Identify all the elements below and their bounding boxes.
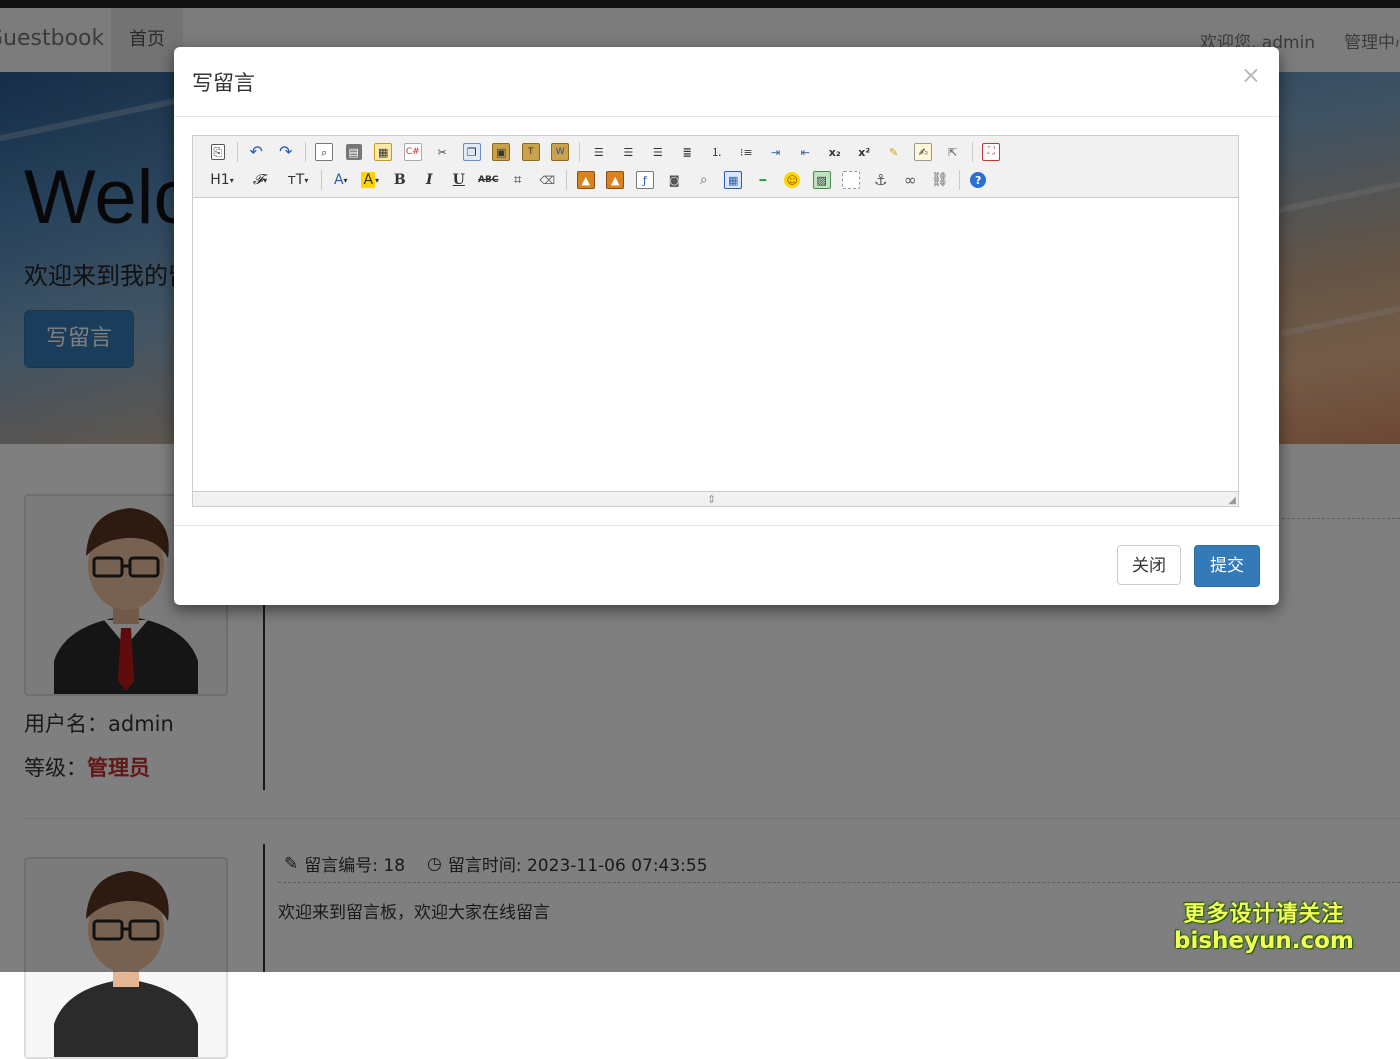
resize-handle-icon[interactable]: ⇕ [707,493,716,506]
fullscreen-icon[interactable]: ⛶ [977,140,1007,164]
map-icon[interactable]: ▨ [807,168,837,192]
heading-icon[interactable]: H1 ▾ [203,168,241,192]
cut-icon[interactable]: ✂ [428,140,458,164]
font-size-label: тT [287,172,305,188]
multi-image-icon[interactable]: ▲ [601,168,631,192]
bold-label: B [393,172,406,188]
link-icon[interactable]: ∞ [896,168,926,192]
table-icon[interactable]: ▦ [719,168,749,192]
undo-icon[interactable]: ↶ [242,140,272,164]
line-height-icon[interactable]: ⌗ [503,168,533,192]
italic-label: I [425,172,433,188]
superscript-icon[interactable]: x² [850,140,880,164]
preview-icon[interactable]: ⌕ [310,140,340,164]
select-all-icon[interactable]: ✍ [909,140,939,164]
redo-icon[interactable]: ↷ [271,140,301,164]
modal-header: 写留言 × [174,47,1279,117]
font-family-label: 𝓕 [252,172,264,188]
align-center-icon[interactable]: ☰ [614,140,644,164]
horizontal-rule-icon[interactable]: ━ [748,168,778,192]
highlight-label: A [361,172,376,188]
anchor-icon[interactable]: ⚓ [866,168,896,192]
watermark: 更多设计请关注 bisheyun.com [1174,896,1354,954]
modal-title: 写留言 [192,71,255,95]
strikethrough-icon[interactable]: ABC [474,168,504,192]
modal-footer: 关闭 提交 [174,525,1279,606]
template-icon[interactable]: ▦ [369,140,399,164]
toolbar-separator [971,142,973,162]
print-icon[interactable]: ▤ [339,140,369,164]
ordered-list-icon[interactable]: ⒈ [702,140,732,164]
font-family-icon[interactable]: 𝓕 ▾ [241,168,279,192]
indent-icon[interactable]: ⇥ [761,140,791,164]
emoticon-icon[interactable]: ☺ [778,168,808,192]
write-message-modal: 写留言 × ⎘ ↶ ↷ ⌕ ▤ ▦ C# ✂ ❐ ▣ T W ☰ ☰ ☰ ≣ ⒈… [174,47,1279,605]
watermark-line-2: bisheyun.com [1174,928,1354,954]
align-right-icon[interactable]: ☰ [643,140,673,164]
editor-toolbar: ⎘ ↶ ↷ ⌕ ▤ ▦ C# ✂ ❐ ▣ T W ☰ ☰ ☰ ≣ ⒈ ⁝≡ ⇥ … [193,136,1238,198]
heading-label: H1 [210,172,230,188]
outdent-icon[interactable]: ⇤ [791,140,821,164]
align-left-icon[interactable]: ☰ [584,140,614,164]
submit-button[interactable]: 提交 [1194,545,1260,587]
toolbar-row-1: ⎘ ↶ ↷ ⌕ ▤ ▦ C# ✂ ❐ ▣ T W ☰ ☰ ☰ ≣ ⒈ ⁝≡ ⇥ … [203,140,1006,164]
underline-icon[interactable]: U [444,168,474,192]
source-icon[interactable]: ⎘ [203,140,233,164]
strikethrough-label: ABC [478,175,499,185]
media-icon[interactable]: ◙ [660,168,690,192]
toolbar-separator [958,170,960,190]
paste-icon[interactable]: ▣ [487,140,517,164]
font-size-icon[interactable]: тT ▾ [279,168,317,192]
editor-content-area[interactable] [193,198,1238,490]
corner-resize-icon[interactable]: ◢ [1228,495,1236,506]
highlight-icon[interactable]: A ▾ [356,168,386,192]
align-justify-icon[interactable]: ≣ [673,140,703,164]
subscript-icon[interactable]: x₂ [820,140,850,164]
paste-text-icon[interactable]: T [516,140,546,164]
font-color-icon[interactable]: A ▾ [326,168,356,192]
toolbar-separator [566,170,567,190]
remove-format-icon[interactable]: ⌫ [533,168,563,192]
page-break-icon[interactable] [837,168,867,192]
attachment-icon[interactable]: ⌕ [689,168,719,192]
image-icon[interactable]: ▲ [571,168,601,192]
copy-icon[interactable]: ❐ [457,140,487,164]
clear-format-icon[interactable]: ✎ [879,140,909,164]
font-color-label: A [333,172,344,188]
toolbar-separator [304,142,306,162]
toolbar-separator [321,170,322,190]
line-height-label: ⌗ [513,172,522,188]
flash-icon[interactable]: ƒ [630,168,660,192]
close-icon[interactable]: × [1241,61,1261,89]
toolbar-separator [236,142,238,162]
italic-icon[interactable]: I [415,168,445,192]
rich-text-editor: ⎘ ↶ ↷ ⌕ ▤ ▦ C# ✂ ❐ ▣ T W ☰ ☰ ☰ ≣ ⒈ ⁝≡ ⇥ … [192,135,1239,507]
toolbar-separator [579,142,580,162]
bold-icon[interactable]: B [385,168,415,192]
paste-word-icon[interactable]: W [546,140,576,164]
unordered-list-icon[interactable]: ⁝≡ [732,140,762,164]
editor-resize-bar[interactable]: ⇕ ◢ [193,491,1238,506]
underline-label: U [452,172,465,188]
help-icon[interactable]: ? [964,168,994,192]
unlink-icon[interactable]: ⛓ [925,168,955,192]
toolbar-row-2: H1 ▾ 𝓕 ▾ тT ▾ A ▾ A ▾ B I U ABC ⌗ ⌫ ▲ ▲ ƒ ◙ ⌕… [203,168,993,192]
close-button[interactable]: 关闭 [1117,545,1181,585]
quick-format-icon[interactable]: ⇱ [938,140,968,164]
watermark-line-1: 更多设计请关注 [1183,902,1345,927]
code-icon[interactable]: C# [398,140,428,164]
